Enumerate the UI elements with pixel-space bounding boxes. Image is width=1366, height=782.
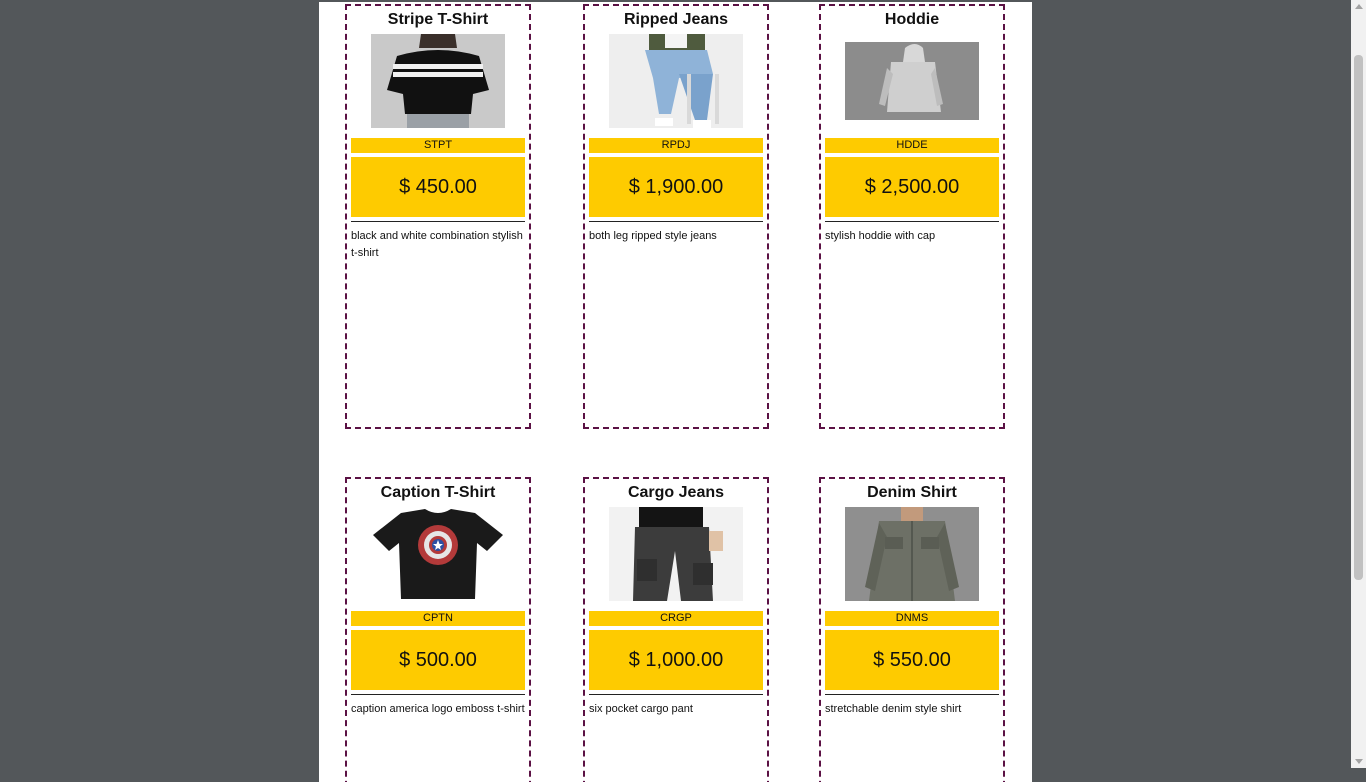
product-image [845, 34, 979, 128]
product-title: Caption T-Shirt [380, 484, 496, 501]
product-price: $ 1,000.00 [589, 630, 763, 690]
product-page: Stripe T-Shirt STPT $ 450.00 black and w… [319, 2, 1032, 782]
product-card: Caption T-Shirt CPTN $ 500.00 caption am… [345, 477, 531, 782]
product-code: STPT [351, 138, 525, 153]
product-description: black and white combination stylish t-sh… [351, 230, 523, 259]
product-title: Ripped Jeans [623, 11, 729, 28]
product-card: Hoddie HDDE $ 2,500.00 stylish hoddie wi… [819, 4, 1005, 429]
divider [589, 694, 763, 695]
product-description: both leg ripped style jeans [589, 230, 717, 242]
divider [589, 221, 763, 222]
product-code: CPTN [351, 611, 525, 626]
vertical-scrollbar[interactable] [1351, 0, 1366, 768]
scrollbar-thumb[interactable] [1354, 55, 1363, 580]
product-title: Denim Shirt [867, 484, 957, 501]
product-description: six pocket cargo pant [589, 703, 693, 715]
product-price: $ 1,900.00 [589, 157, 763, 217]
product-description: stretchable denim style shirt [825, 703, 962, 715]
divider [351, 221, 525, 222]
product-code: RPDJ [589, 138, 763, 153]
divider [825, 221, 999, 222]
product-price: $ 2,500.00 [825, 157, 999, 217]
product-title: Stripe T-Shirt [387, 11, 489, 28]
product-price: $ 500.00 [351, 630, 525, 690]
product-title: Cargo Jeans [627, 484, 725, 501]
product-description: stylish hoddie with cap [825, 230, 936, 242]
product-code: CRGP [589, 611, 763, 626]
product-price: $ 550.00 [825, 630, 999, 690]
divider [825, 694, 999, 695]
product-description: caption america logo emboss t-shirt [351, 703, 525, 715]
product-code: DNMS [825, 611, 999, 626]
product-card: Denim Shirt DNMS $ 550.00 stretchable de… [819, 477, 1005, 782]
product-card: Stripe T-Shirt STPT $ 450.00 black and w… [345, 4, 531, 429]
product-price: $ 450.00 [351, 157, 525, 217]
product-code: HDDE [825, 138, 999, 153]
product-image [371, 34, 505, 128]
divider [351, 694, 525, 695]
product-image [609, 507, 743, 601]
scroll-down-arrow-icon[interactable] [1355, 759, 1363, 764]
product-card: Cargo Jeans CRGP $ 1,000.00 six pocket c… [583, 477, 769, 782]
product-image [371, 507, 505, 601]
product-card: Ripped Jeans RPDJ $ 1,900.00 both leg ri… [583, 4, 769, 429]
product-title: Hoddie [884, 11, 940, 28]
product-image [845, 507, 979, 601]
product-image [609, 34, 743, 128]
scroll-up-arrow-icon[interactable] [1355, 4, 1363, 9]
